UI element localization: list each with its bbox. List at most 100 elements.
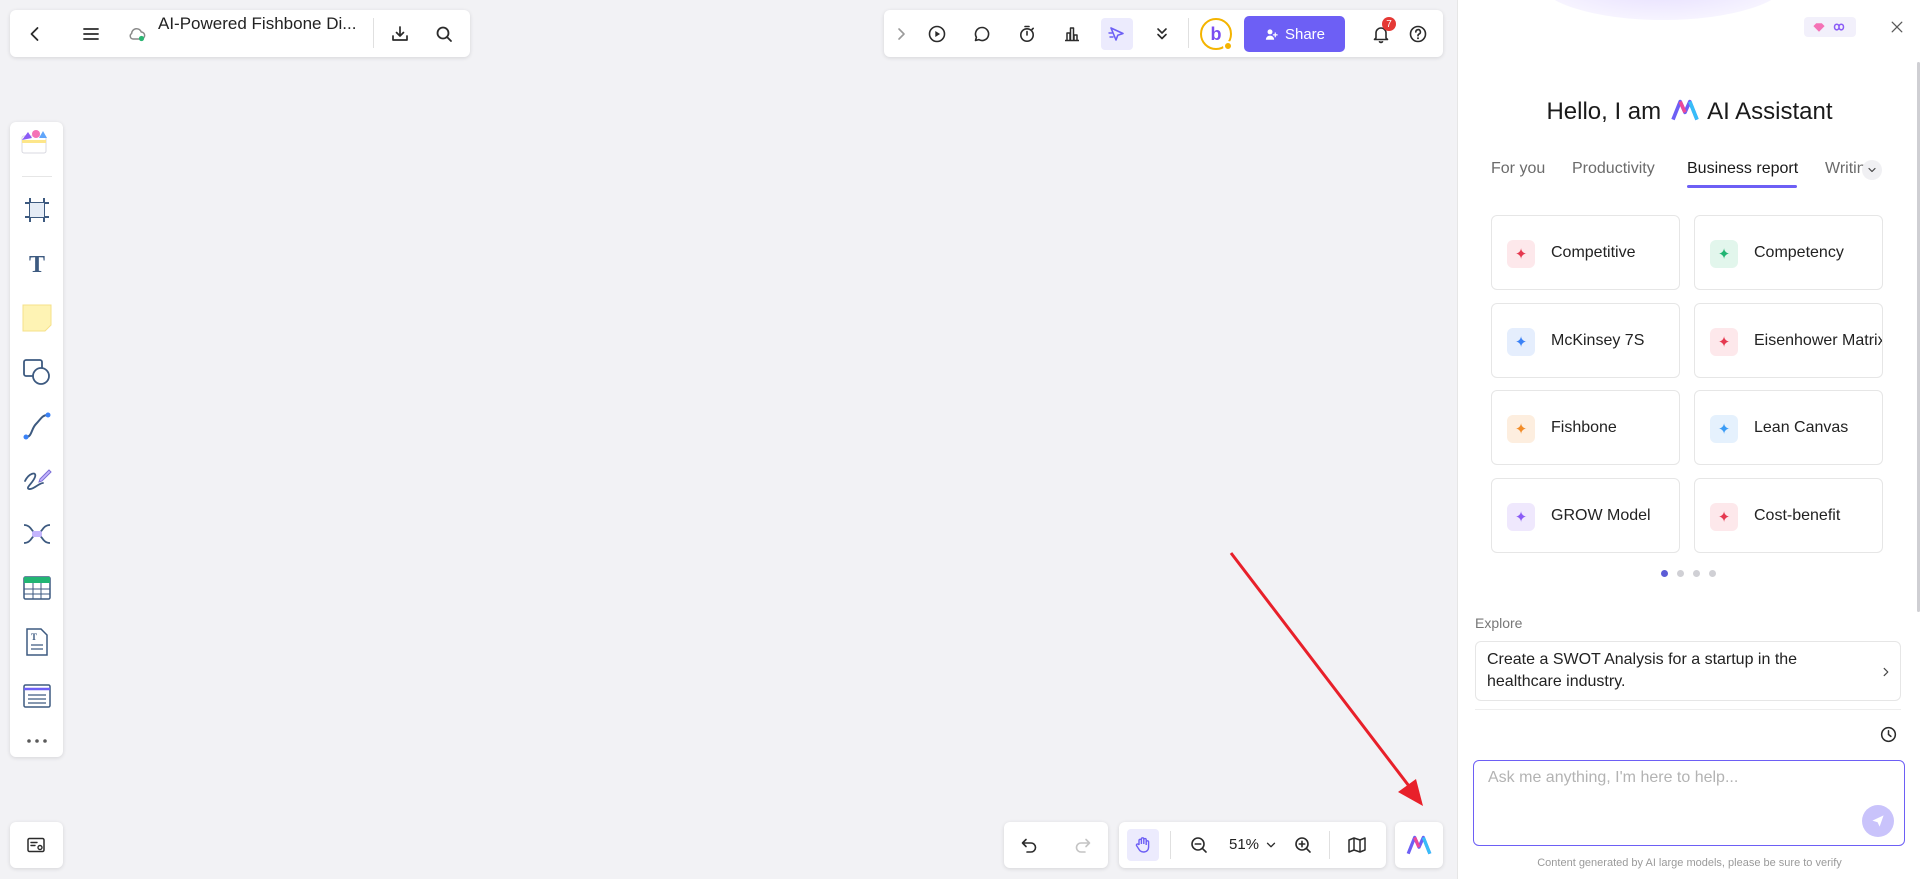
templates-icon[interactable] [19, 127, 49, 157]
zoom-level[interactable]: 51% [1229, 836, 1259, 853]
connector-line-icon[interactable] [22, 411, 52, 441]
page-dot-4[interactable] [1709, 570, 1716, 577]
share-label: Share [1284, 25, 1326, 43]
header-glow [1538, 0, 1788, 20]
sparkle-icon: ✦ [1710, 415, 1738, 443]
send-button[interactable] [1862, 805, 1894, 837]
svg-text:T: T [29, 252, 45, 278]
menu-icon[interactable] [76, 19, 106, 49]
explore-heading: Explore [1475, 615, 1523, 631]
sparkle-icon: ✦ [1710, 503, 1738, 531]
ai-logo-icon [1671, 99, 1699, 121]
svg-text:T: T [31, 632, 37, 642]
minimap-settings-icon[interactable] [21, 830, 51, 860]
double-chevron-down-icon[interactable] [1147, 19, 1177, 49]
map-icon[interactable] [1342, 830, 1372, 860]
page-dot-2[interactable] [1677, 570, 1684, 577]
ai-disclaimer: Content generated by AI large models, pl… [1537, 857, 1842, 869]
history-clock-icon[interactable] [1873, 719, 1903, 749]
card-label: Cost-benefit [1754, 507, 1841, 524]
card-label: GROW Model [1551, 507, 1651, 524]
vote-icon[interactable] [1057, 19, 1087, 49]
timer-icon[interactable] [1012, 19, 1042, 49]
explore-suggestion[interactable]: Create a SWOT Analysis for a startup in … [1475, 641, 1901, 701]
chevron-right-icon [1883, 667, 1889, 677]
card-label: Competency [1754, 244, 1844, 261]
mind-map-icon[interactable] [22, 519, 52, 549]
present-icon[interactable] [922, 19, 952, 49]
card-eisenhower-matrix[interactable]: ✦ Eisenhower Matrix [1694, 303, 1883, 378]
pen-draw-icon[interactable] [22, 465, 52, 495]
card-label: Lean Canvas [1754, 419, 1849, 436]
explore-prompt-text: Create a SWOT Analysis for a startup in … [1487, 651, 1798, 690]
divider [373, 18, 374, 48]
download-icon[interactable] [385, 19, 415, 49]
tab-productivity[interactable]: Productivity [1572, 160, 1655, 178]
divider [1475, 709, 1901, 710]
text-icon[interactable]: T [22, 249, 52, 279]
sparkle-icon: ✦ [1507, 415, 1535, 443]
sparkle-icon: ✦ [1710, 328, 1738, 356]
sparkle-icon: ✦ [1507, 240, 1535, 268]
chevron-down-icon[interactable] [1261, 835, 1281, 855]
back-icon[interactable] [20, 19, 50, 49]
sparkle-icon: ✦ [1710, 240, 1738, 268]
chevron-right-icon[interactable] [886, 19, 916, 49]
zoom-out-icon[interactable] [1184, 830, 1214, 860]
divider [1188, 18, 1189, 48]
share-button[interactable]: Share [1244, 16, 1345, 52]
card-label: Fishbone [1551, 419, 1617, 436]
undo-icon[interactable] [1014, 830, 1044, 860]
comment-icon[interactable] [967, 19, 997, 49]
card-fishbone[interactable]: ✦ Fishbone [1491, 390, 1680, 465]
hand-pan-icon[interactable] [1127, 829, 1159, 861]
card-label: Competitive [1551, 244, 1636, 261]
list-icon[interactable] [22, 681, 52, 711]
zoom-in-icon[interactable] [1288, 830, 1318, 860]
sticky-note-icon[interactable] [22, 303, 52, 333]
infinity-icon [1833, 23, 1845, 31]
card-label: McKinsey 7S [1551, 332, 1645, 349]
notification-badge: 7 [1382, 17, 1396, 31]
card-mckinsey-7s[interactable]: ✦ McKinsey 7S [1491, 303, 1680, 378]
user-avatar[interactable]: b [1200, 18, 1233, 51]
tab-business-report[interactable]: Business report [1687, 160, 1798, 178]
shape-icon[interactable] [22, 357, 52, 387]
gem-icon [1813, 22, 1825, 32]
search-icon[interactable] [429, 19, 459, 49]
divider [1329, 831, 1330, 859]
more-tools-icon[interactable] [22, 726, 52, 756]
card-label: Eisenhower Matrix [1754, 332, 1883, 349]
card-competitive[interactable]: ✦ Competitive [1491, 215, 1680, 290]
ai-assistant-logo-icon[interactable] [1404, 830, 1434, 860]
tab-for-you[interactable]: For you [1491, 160, 1545, 178]
active-tab-indicator [1687, 185, 1797, 188]
help-icon[interactable] [1403, 19, 1433, 49]
card-grow-model[interactable]: ✦ GROW Model [1491, 478, 1680, 553]
ai-assistant-panel: Hello, I am AI Assistant For you Product… [1457, 0, 1920, 879]
page-dot-3[interactable] [1693, 570, 1700, 577]
send-icon [1872, 815, 1884, 827]
page-dot-1[interactable] [1661, 570, 1668, 577]
greeting-prefix: Hello, I am [1546, 98, 1662, 125]
close-icon[interactable] [1882, 12, 1912, 42]
sparkle-icon: ✦ [1507, 503, 1535, 531]
frame-icon[interactable] [22, 195, 52, 225]
divider [22, 176, 52, 177]
greeting-suffix: AI Assistant [1707, 98, 1833, 125]
divider [1170, 831, 1171, 859]
redo-icon[interactable] [1068, 830, 1098, 860]
card-cost-benefit[interactable]: ✦ Cost-benefit [1694, 478, 1883, 553]
user-add-icon [1265, 28, 1278, 40]
follow-cursor-icon[interactable] [1101, 18, 1133, 50]
document-title[interactable]: AI-Powered Fishbone Di... [158, 14, 356, 34]
table-icon[interactable] [22, 573, 52, 603]
card-lean-canvas[interactable]: ✦ Lean Canvas [1694, 390, 1883, 465]
ai-chat-input[interactable] [1473, 760, 1905, 846]
card-competency[interactable]: ✦ Competency [1694, 215, 1883, 290]
assistant-greeting: Hello, I am AI Assistant [1458, 98, 1920, 126]
ai-credits-badge[interactable] [1804, 17, 1856, 37]
document-icon[interactable]: T [22, 627, 52, 657]
tabs-dropdown-icon[interactable] [1862, 160, 1882, 180]
cloud-saved-icon [122, 19, 152, 49]
